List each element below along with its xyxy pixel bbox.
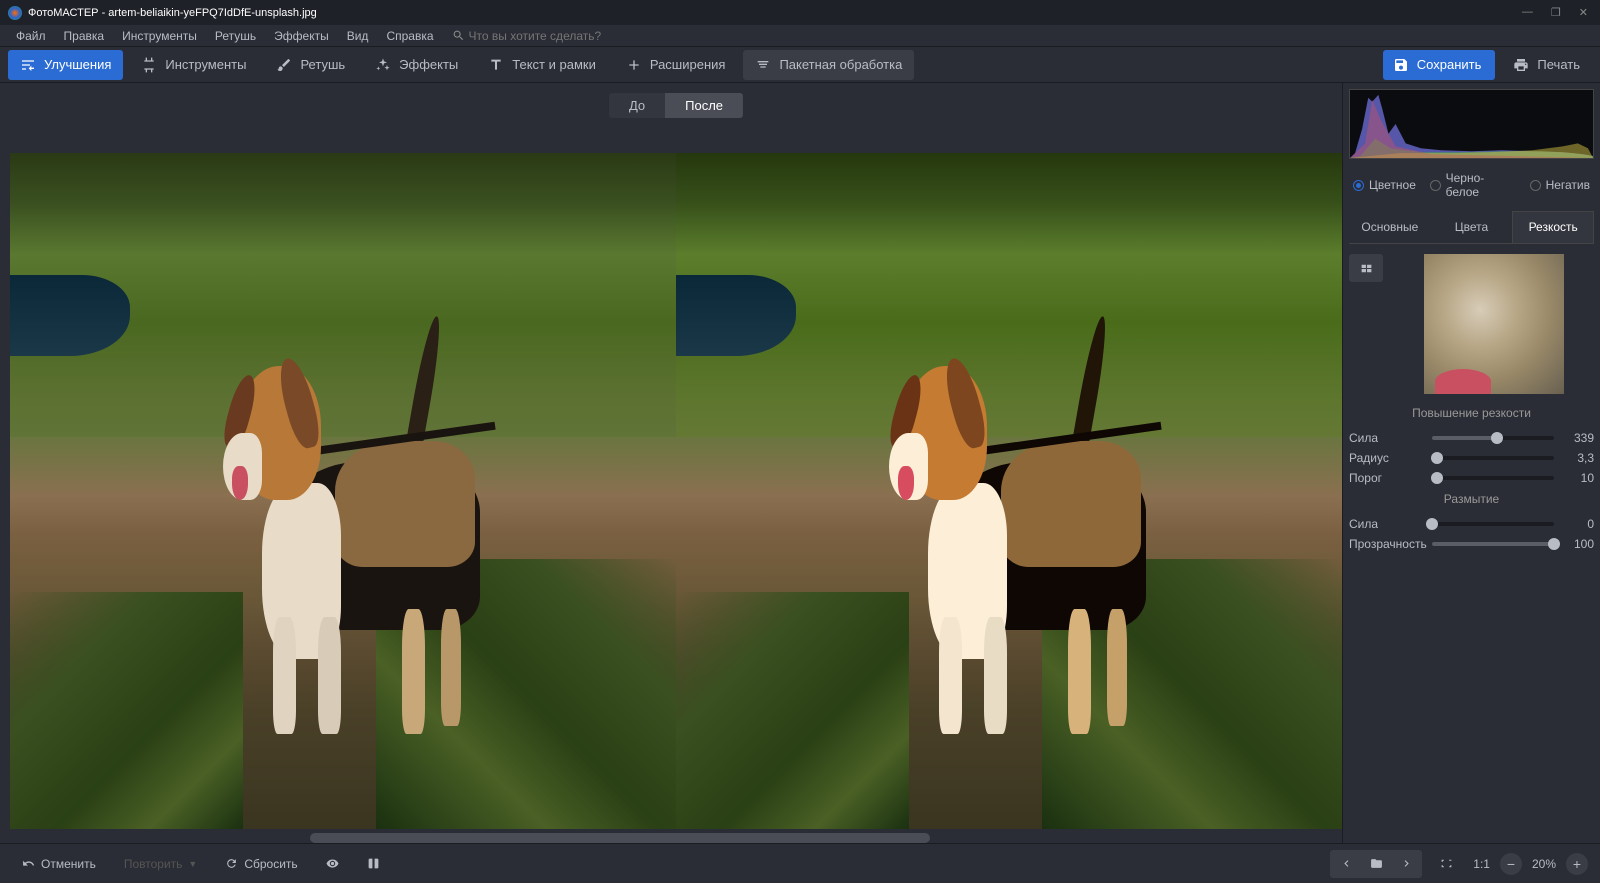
preview-mode-button[interactable] [1349,254,1383,282]
sparkle-icon [375,57,391,73]
tab-tools[interactable]: Инструменты [129,50,258,80]
canvas-panel: До После [10,83,1342,843]
menu-view[interactable]: Вид [339,27,377,45]
sharpen-strength-slider[interactable] [1432,436,1554,440]
compare-icon [367,857,380,870]
folder-icon [1370,857,1383,870]
app-title: ФотоМАСТЕР - artem-beliaikin-yeFPQ7IdDfE… [28,7,317,19]
chevron-left-icon [1340,857,1353,870]
undo-button[interactable]: Отменить [12,851,106,877]
panel-tabs: Основные Цвета Резкость [1349,211,1594,244]
left-sidebar-tabs[interactable] [0,83,10,843]
histogram[interactable] [1349,89,1594,159]
print-button[interactable]: Печать [1501,50,1592,80]
compare-view-button[interactable] [357,851,390,876]
minimize-button[interactable]: — [1522,6,1533,19]
panel-tab-colors[interactable]: Цвета [1431,211,1513,243]
save-button[interactable]: Сохранить [1383,50,1496,80]
sharpness-preview[interactable] [1424,254,1564,394]
radio-bw[interactable]: Черно-белое [1430,171,1516,199]
chevron-right-icon [1400,857,1413,870]
menu-file[interactable]: Файл [8,27,54,45]
tab-effects[interactable]: Эффекты [363,50,470,80]
search-input[interactable] [469,29,669,43]
fit-screen-button[interactable] [1430,851,1463,876]
blur-title: Размытие [1349,488,1594,514]
before-tab[interactable]: До [609,93,665,118]
tab-text[interactable]: Текст и рамки [476,50,608,80]
app-logo-icon [8,6,22,20]
menu-tools[interactable]: Инструменты [114,27,205,45]
tab-enhance[interactable]: Улучшения [8,50,123,80]
sliders-icon [20,57,36,73]
brush-icon [276,57,292,73]
close-button[interactable]: ✕ [1579,6,1588,19]
next-image-button[interactable] [1392,852,1420,876]
sharpen-strength-value: 339 [1562,431,1594,445]
sharpen-strength-label: Сила [1349,431,1424,445]
zoom-ratio[interactable]: 1:1 [1473,857,1490,871]
preview-icon [1360,262,1373,275]
tab-retouch[interactable]: Ретушь [264,50,357,80]
tab-extensions[interactable]: Расширения [614,50,738,80]
print-icon [1513,57,1529,73]
zoom-out-button[interactable]: − [1500,853,1522,875]
tab-batch[interactable]: Пакетная обработка [743,50,914,80]
sharpen-radius-slider[interactable] [1432,456,1554,460]
after-image [676,153,1342,829]
reset-button[interactable]: Сбросить [215,851,307,877]
titlebar: ФотоМАСТЕР - artem-beliaikin-yeFPQ7IdDfE… [0,0,1600,25]
text-icon [488,57,504,73]
zoom-in-button[interactable]: + [1566,853,1588,875]
crop-icon [141,57,157,73]
plus-icon [626,57,642,73]
menu-effects[interactable]: Эффекты [266,27,337,45]
chevron-down-icon: ▼ [188,859,197,869]
blur-strength-slider[interactable] [1432,522,1554,526]
color-mode-group: Цветное Черно-белое Негатив [1349,165,1594,205]
zoom-value: 20% [1532,857,1556,871]
eye-icon [326,857,339,870]
bottombar: Отменить Повторить ▼ Сбросить 1:1 − 20% … [0,843,1600,883]
sharpening-title: Повышение резкости [1349,402,1594,428]
menu-help[interactable]: Справка [378,27,441,45]
panel-tab-sharpness[interactable]: Резкость [1512,211,1594,243]
maximize-button[interactable]: ❐ [1551,6,1561,19]
panel-tab-basic[interactable]: Основные [1349,211,1431,243]
menubar: Файл Правка Инструменты Ретушь Эффекты В… [0,25,1600,47]
horizontal-scrollbar[interactable] [310,833,930,843]
compare-toggle: До После [609,93,743,118]
sharpen-threshold-slider[interactable] [1432,476,1554,480]
undo-icon [22,857,35,870]
blur-strength-label: Сила [1349,517,1424,531]
radio-negative[interactable]: Негатив [1530,178,1590,192]
sharpen-threshold-value: 10 [1562,471,1594,485]
blur-opacity-value: 100 [1562,537,1594,551]
right-panel: Цветное Черно-белое Негатив Основные Цве… [1342,83,1600,843]
redo-button[interactable]: Повторить ▼ [114,851,208,877]
fit-icon [1440,857,1453,870]
blur-opacity-label: Прозрачность [1349,537,1424,551]
sharpen-threshold-label: Порог [1349,471,1424,485]
blur-opacity-slider[interactable] [1432,542,1554,546]
stack-icon [755,57,771,73]
search-icon [452,29,465,42]
radio-color[interactable]: Цветное [1353,178,1416,192]
prev-image-button[interactable] [1332,852,1360,876]
canvas-scroll-area [10,829,1342,843]
menu-retouch[interactable]: Ретушь [207,27,264,45]
sharpen-radius-label: Радиус [1349,451,1424,465]
menu-edit[interactable]: Правка [56,27,113,45]
toolbar: Улучшения Инструменты Ретушь Эффекты Тек… [0,47,1600,83]
sharpen-radius-value: 3,3 [1562,451,1594,465]
reset-icon [225,857,238,870]
before-image [10,153,676,829]
image-area[interactable] [10,153,1342,829]
save-icon [1393,57,1409,73]
folder-button[interactable] [1362,852,1390,876]
view-button[interactable] [316,851,349,876]
blur-strength-value: 0 [1562,517,1594,531]
after-tab[interactable]: После [665,93,743,118]
